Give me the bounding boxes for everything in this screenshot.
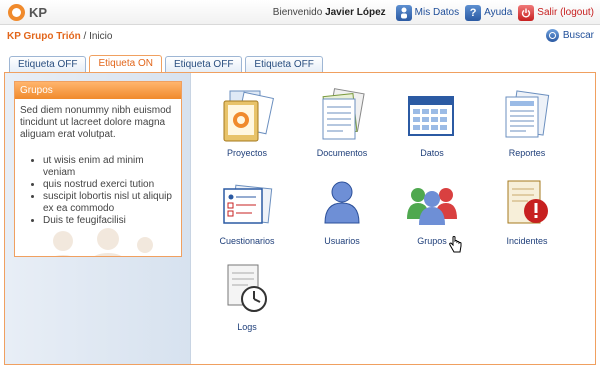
- list-item: quis nostrud exerci tution: [43, 179, 176, 191]
- logo-text: KP: [29, 5, 48, 20]
- ayuda-link[interactable]: ? Ayuda: [465, 4, 513, 21]
- welcome-text: Bienvenido Javier López: [273, 7, 386, 18]
- app-label: Grupos: [417, 236, 447, 246]
- tab-etiqueta-off-1[interactable]: Etiqueta OFF: [9, 56, 87, 73]
- main-panel: Grupos Sed diem nonummy nibh euismod tin…: [4, 72, 596, 365]
- mis-datos-link[interactable]: Mis Datos: [395, 4, 460, 21]
- welcome-label: Bienvenido: [272, 7, 323, 18]
- tab-etiqueta-off-3[interactable]: Etiqueta OFF: [245, 56, 323, 73]
- mis-datos-label: Mis Datos: [414, 7, 460, 18]
- app-incidentes[interactable]: Incidentes: [482, 175, 572, 246]
- ayuda-label: Ayuda: [484, 7, 513, 18]
- user-profile-icon: [395, 4, 412, 21]
- tab-etiqueta-off-2[interactable]: Etiqueta OFF: [164, 56, 243, 73]
- groups-box-title: Grupos: [15, 82, 181, 99]
- list-item: ut wisis enim ad minim veniam: [43, 155, 176, 179]
- sidebar: Grupos Sed diem nonummy nibh euismod tin…: [5, 73, 191, 364]
- breadcrumb-separator: /: [83, 31, 87, 42]
- app-label: Logs: [237, 322, 257, 332]
- app-logs[interactable]: Logs: [202, 261, 292, 332]
- logout-label: Salir (logout): [537, 7, 594, 18]
- app-proyectos[interactable]: Proyectos: [202, 87, 292, 158]
- logout-link[interactable]: Salir (logout): [518, 4, 594, 21]
- app-label: Reportes: [508, 148, 546, 158]
- user-name: Javier López: [325, 7, 386, 18]
- groups-icon: [407, 188, 457, 225]
- app-reportes[interactable]: Reportes: [482, 87, 572, 158]
- reports-icon: [505, 90, 550, 138]
- app-usuarios[interactable]: Usuarios: [297, 175, 387, 246]
- breadcrumb-current: Inicio: [89, 31, 113, 42]
- tab-bar: Etiqueta OFF Etiqueta ON Etiqueta OFF Et…: [9, 55, 326, 73]
- tab-etiqueta-on[interactable]: Etiqueta ON: [89, 55, 162, 73]
- projects-icon: [223, 90, 275, 142]
- logo-icon: [8, 4, 25, 21]
- incident-warning-icon: [507, 180, 548, 224]
- app-datos[interactable]: Datos: [387, 87, 477, 158]
- app-cuestionarios[interactable]: Cuestionarios: [202, 175, 292, 246]
- search-icon: [545, 29, 559, 42]
- groups-list: ut wisis enim ad minim veniam quis nostr…: [43, 155, 176, 227]
- breadcrumb-home[interactable]: KP Grupo Trión: [7, 31, 81, 42]
- search-label: Buscar: [562, 30, 594, 41]
- hand-cursor-icon: [449, 236, 462, 253]
- data-calendar-icon: [408, 96, 454, 136]
- brand-logo[interactable]: KP: [8, 4, 47, 21]
- groups-box-body: Sed diem nonummy nibh euismod tincidunt …: [15, 99, 181, 256]
- search-link[interactable]: Buscar: [545, 29, 594, 42]
- groups-description: Sed diem nonummy nibh euismod tincidunt …: [20, 105, 172, 140]
- power-icon: [518, 4, 535, 21]
- checklist-icon: [223, 184, 273, 224]
- list-item: suscipit lobortis nisl ut aliquip ex ea …: [43, 191, 176, 215]
- top-bar: KP Bienvenido Javier López Mis Datos ? A…: [0, 0, 600, 25]
- people-watermark-icon: [53, 228, 153, 256]
- app-label: Cuestionarios: [219, 236, 275, 246]
- app-label: Incidentes: [506, 236, 548, 246]
- app-launcher: Proyectos Documentos Datos Reportes Cues…: [192, 73, 595, 364]
- app-label: Usuarios: [324, 236, 360, 246]
- user-icon: [324, 181, 360, 224]
- help-icon: ?: [465, 4, 482, 21]
- app-label: Datos: [420, 148, 444, 158]
- app-label: Documentos: [316, 148, 368, 158]
- breadcrumb-bar: KP Grupo Trión / Inicio Buscar: [0, 26, 600, 48]
- groups-info-box: Grupos Sed diem nonummy nibh euismod tin…: [14, 81, 182, 257]
- logs-clock-icon: [227, 264, 267, 312]
- app-label: Proyectos: [226, 148, 268, 158]
- list-item: Duis te feugifacilisi: [43, 215, 176, 227]
- documents-icon: [322, 88, 365, 140]
- breadcrumb: KP Grupo Trión / Inicio: [7, 31, 112, 42]
- user-bar: Bienvenido Javier López Mis Datos ? Ayud…: [273, 4, 594, 21]
- app-documentos[interactable]: Documentos: [297, 87, 387, 158]
- app-grupos[interactable]: Grupos: [387, 175, 477, 246]
